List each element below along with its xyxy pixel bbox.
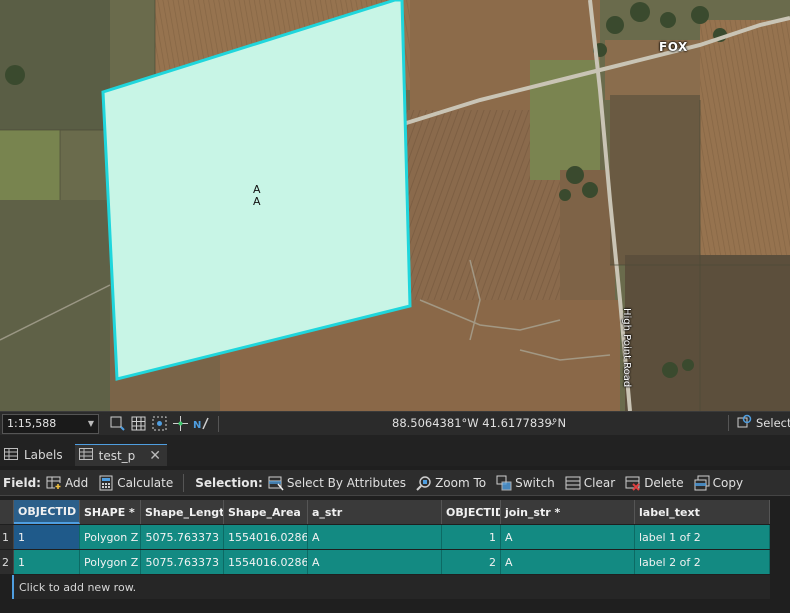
- cell-a-str[interactable]: A: [308, 525, 442, 549]
- table-row[interactable]: 1 1 Polygon Z 5075.763373 1554016.02864 …: [0, 525, 770, 549]
- tab-label: test_p: [98, 448, 136, 463]
- cell-shape-area[interactable]: 1554016.02864: [224, 550, 308, 574]
- zoom-to-button[interactable]: Zoom To: [416, 475, 486, 491]
- switch-selection-icon: [496, 475, 512, 491]
- tab-test-p[interactable]: test_p ✕: [74, 444, 168, 466]
- delete-icon: [625, 475, 641, 491]
- chevron-down-icon[interactable]: ⌄: [548, 415, 557, 428]
- column-header-join-str[interactable]: join_str *: [501, 500, 635, 524]
- cell-objectid[interactable]: 1: [14, 525, 80, 549]
- clear-selection-button[interactable]: Clear: [565, 475, 615, 491]
- column-header-objectid[interactable]: OBJECTID *: [14, 500, 80, 524]
- scale-selector[interactable]: 1:15,588 ▼: [2, 413, 99, 434]
- polygon-label-2: A: [253, 195, 261, 208]
- cell-a-str[interactable]: A: [308, 550, 442, 574]
- table-row[interactable]: 2 1 Polygon Z 5075.763373 1554016.02864 …: [0, 550, 770, 574]
- table-icon: [78, 448, 93, 463]
- table-toolbar: Field: Add Calculate Selection: Select B…: [0, 470, 790, 496]
- cell-shape-length[interactable]: 5075.763373: [141, 550, 224, 574]
- cell-objectid[interactable]: 1: [14, 550, 80, 574]
- crosshair-icon[interactable]: [172, 415, 189, 432]
- cell-label-text[interactable]: label 1 of 2: [635, 525, 770, 549]
- map-view[interactable]: A A FOX High Point Road: [0, 0, 790, 411]
- selected-features-label[interactable]: Selecte: [756, 416, 790, 430]
- north-arrow-icon[interactable]: N: [193, 415, 210, 432]
- cell-objectid-join[interactable]: 1: [442, 525, 501, 549]
- switch-selection-button[interactable]: Switch: [496, 475, 555, 491]
- cell-join-str[interactable]: A: [501, 525, 635, 549]
- add-new-row[interactable]: Click to add new row.: [12, 575, 770, 599]
- close-icon[interactable]: ✕: [149, 448, 161, 464]
- table-header-row: OBJECTID * SHAPE * Shape_Length Shape_Ar…: [0, 500, 770, 524]
- column-header-label-text[interactable]: label_text: [635, 500, 770, 524]
- svg-text:N: N: [193, 420, 201, 431]
- add-field-icon: [46, 475, 62, 491]
- place-label-fox: FOX: [659, 40, 688, 54]
- select-by-attributes-button[interactable]: Select By Attributes: [268, 475, 406, 491]
- cell-objectid-join[interactable]: 2: [442, 550, 501, 574]
- cell-label-text[interactable]: label 2 of 2: [635, 550, 770, 574]
- separator: [218, 415, 219, 432]
- chevron-down-icon: ▼: [87, 419, 94, 428]
- selected-features-icon[interactable]: [737, 414, 752, 432]
- field-group-label: Field:: [3, 475, 41, 490]
- zoom-to-icon: [416, 475, 432, 491]
- cursor-coordinates: 88.5064381°W 41.6177839°N: [392, 416, 567, 430]
- cell-shape[interactable]: Polygon Z: [80, 550, 141, 574]
- basemap-imagery: [0, 0, 790, 411]
- calculate-button[interactable]: Calculate: [98, 475, 173, 491]
- row-number[interactable]: 1: [0, 525, 14, 549]
- cell-shape-length[interactable]: 5075.763373: [141, 525, 224, 549]
- select-by-attributes-icon: [268, 475, 284, 491]
- road-label: High Point Road: [621, 308, 632, 388]
- copy-selection-button[interactable]: Copy: [694, 475, 743, 491]
- scale-value: 1:15,588: [7, 417, 57, 430]
- selection-group-label: Selection:: [195, 475, 263, 490]
- cell-shape-area[interactable]: 1554016.02864: [224, 525, 308, 549]
- delete-selection-button[interactable]: Delete: [625, 475, 684, 491]
- cell-shape[interactable]: Polygon Z: [80, 525, 141, 549]
- grid-icon[interactable]: [130, 415, 147, 432]
- row-number[interactable]: 2: [0, 550, 14, 574]
- attribute-table-tabs: Labels test_p ✕: [0, 444, 790, 466]
- separator: [183, 473, 185, 492]
- map-status-bar: 1:15,588 ▼ N 88.5064381°W 41.6177839°N ⌄…: [0, 411, 790, 435]
- column-header-a-str[interactable]: a_str: [308, 500, 442, 524]
- snapping-icon[interactable]: [151, 415, 168, 432]
- column-header-shape[interactable]: SHAPE *: [80, 500, 141, 524]
- fixed-zoom-icon[interactable]: [109, 415, 126, 432]
- table-icon: [4, 447, 18, 463]
- tab-labels[interactable]: Labels: [0, 444, 69, 466]
- row-selector-header[interactable]: [0, 500, 14, 524]
- tab-label: Labels: [24, 448, 63, 462]
- copy-icon: [694, 475, 710, 491]
- calculator-icon: [98, 475, 114, 491]
- add-field-button[interactable]: Add: [46, 475, 88, 491]
- attribute-table: OBJECTID * SHAPE * Shape_Length Shape_Ar…: [0, 500, 790, 613]
- column-header-shape-area[interactable]: Shape_Area: [224, 500, 308, 524]
- clear-selection-icon: [565, 475, 581, 491]
- column-header-shape-length[interactable]: Shape_Length: [141, 500, 224, 524]
- column-header-objectid-join[interactable]: OBJECTID: [442, 500, 501, 524]
- cell-join-str[interactable]: A: [501, 550, 635, 574]
